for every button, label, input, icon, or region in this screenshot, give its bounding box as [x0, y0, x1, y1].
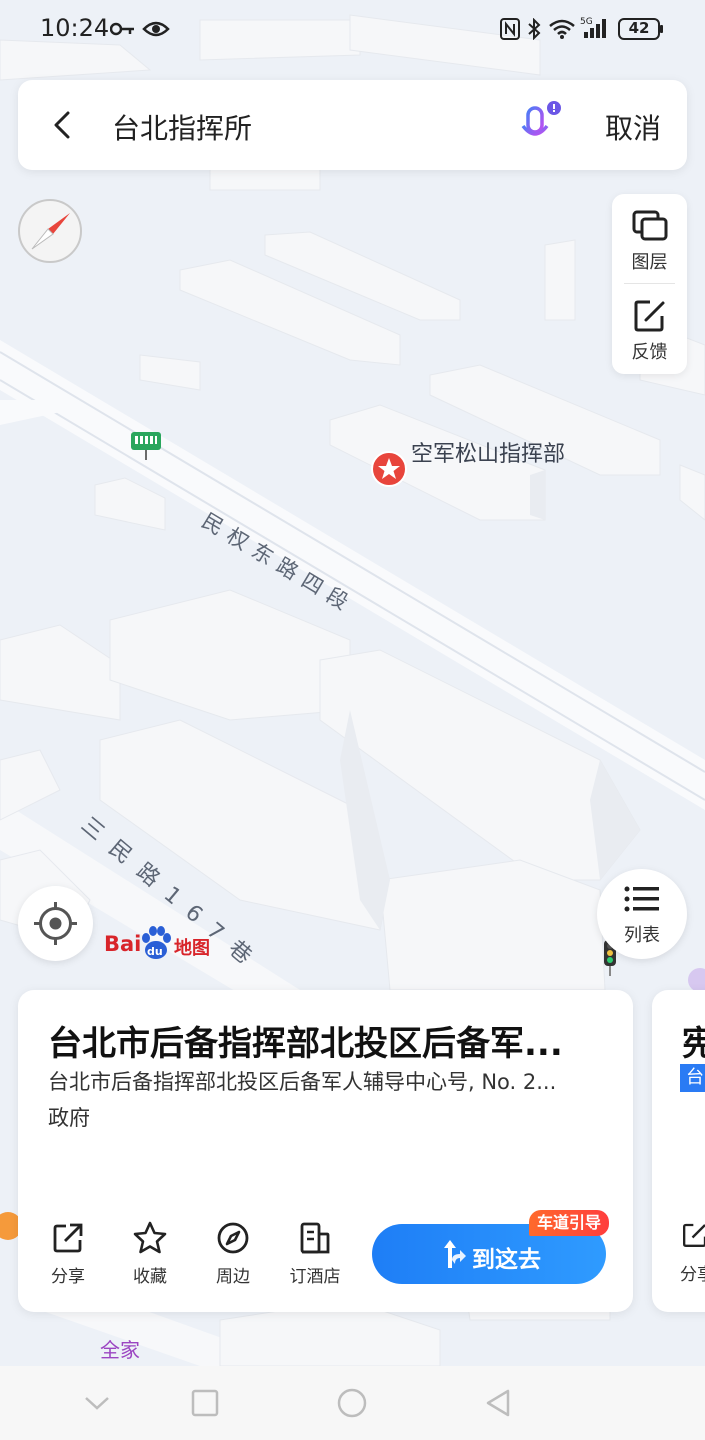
result-title-next: 宪 [682, 1024, 705, 1064]
signal-5g-icon: 5G [580, 16, 612, 44]
favorite-label: 收藏 [133, 1267, 167, 1287]
system-navigation-bar [0, 1366, 705, 1440]
map-tools-panel: 图层 反馈 [612, 194, 687, 374]
result-address: 台北市后备指挥部北投区后备军人辅导中心号, No. 2... [48, 1070, 557, 1094]
result-card[interactable]: 台北市后备指挥部北投区后备军... 台北市后备指挥部北投区后备军人辅导中心号, … [18, 990, 633, 1312]
layers-button[interactable]: 图层 [612, 194, 687, 284]
edit-icon [634, 300, 665, 332]
share-label-next: 分享 [680, 1265, 705, 1285]
list-button[interactable]: 列表 [597, 869, 687, 959]
crosshair-icon [34, 902, 77, 945]
list-label: 列表 [624, 925, 660, 946]
search-bar[interactable]: 台北指挥所 取消 [18, 80, 687, 170]
wifi-icon [548, 18, 576, 44]
feedback-button[interactable]: 反馈 [612, 284, 687, 374]
cancel-button[interactable]: 取消 [605, 107, 661, 147]
compass-icon[interactable] [18, 199, 82, 263]
share-icon [53, 1223, 83, 1253]
result-tag-next: 台 [680, 1064, 705, 1092]
voice-search-mic-icon[interactable] [512, 100, 562, 150]
share-label: 分享 [51, 1267, 85, 1287]
battery-icon: 42 [618, 18, 664, 40]
favorite-button[interactable]: 收藏 [115, 1220, 185, 1287]
star-icon [133, 1221, 167, 1254]
nav-collapse-chevron-icon[interactable] [80, 1386, 114, 1420]
svg-text:5G: 5G [580, 17, 593, 27]
search-input[interactable]: 台北指挥所 [112, 107, 252, 147]
layers-label: 图层 [631, 252, 668, 273]
result-card-next[interactable]: 宪 台 分享 [652, 990, 705, 1312]
nav-back-icon[interactable] [482, 1386, 516, 1420]
key-icon [109, 20, 136, 42]
result-category: 政府 [48, 1106, 90, 1130]
book-hotel-button[interactable]: 订酒店 [280, 1220, 350, 1287]
poi-star-marker-icon[interactable] [371, 451, 407, 487]
layers-icon [632, 210, 668, 241]
nfc-icon [500, 18, 520, 44]
poi-label[interactable]: 空军松山指挥部 [411, 441, 571, 468]
paw-icon: du [142, 926, 171, 959]
status-bar: 10:24 5G 42 [0, 0, 705, 60]
shop-label-familymart[interactable]: 全家 [100, 1334, 140, 1363]
nav-recents-icon[interactable] [188, 1386, 222, 1420]
logo-text-du: du [147, 945, 163, 958]
lane-guidance-badge: 车道引导 [529, 1210, 610, 1236]
share-button-next[interactable]: 分享 [680, 1220, 705, 1285]
bluetooth-icon [527, 17, 541, 44]
compass-icon [217, 1222, 249, 1254]
eye-icon [142, 20, 170, 42]
nearby-label: 周边 [216, 1267, 250, 1287]
logo-text-bai: Bai [104, 932, 142, 956]
my-location-button[interactable] [18, 886, 93, 961]
navigate-here-label: 到这去 [472, 1247, 541, 1273]
share-button[interactable]: 分享 [33, 1220, 103, 1287]
battery-level: 42 [628, 19, 650, 37]
nav-home-icon[interactable] [335, 1386, 369, 1420]
list-icon [624, 886, 659, 912]
logo-text-ditu: 地图 [174, 938, 210, 959]
feedback-label: 反馈 [631, 342, 668, 363]
baidu-map-logo: Bai du 地图 [104, 926, 214, 960]
back-icon[interactable] [42, 103, 86, 147]
hotel-icon [300, 1222, 330, 1254]
route-arrow-icon [444, 1240, 466, 1268]
status-time: 10:24 [40, 14, 110, 42]
result-title[interactable]: 台北市后备指挥部北投区后备军... [48, 1016, 608, 1065]
bus-stop-icon[interactable] [130, 430, 162, 462]
share-icon [683, 1223, 705, 1247]
book-hotel-label: 订酒店 [289, 1267, 341, 1287]
nearby-button[interactable]: 周边 [198, 1220, 268, 1287]
